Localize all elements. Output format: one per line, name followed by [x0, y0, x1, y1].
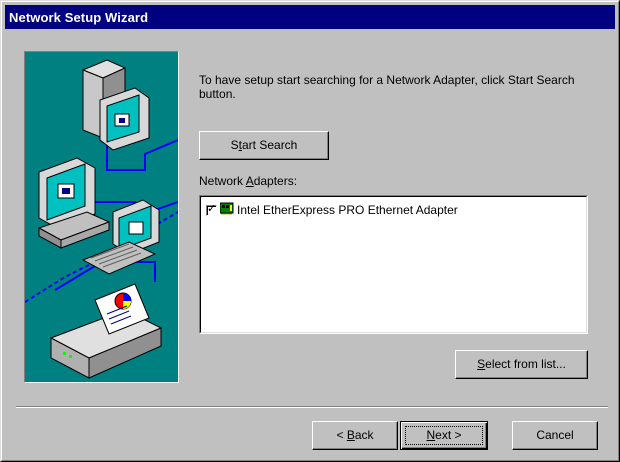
- select-from-list-button[interactable]: Select from list...: [455, 350, 588, 379]
- wizard-illustration: [24, 51, 179, 383]
- start-search-label: Start Search: [230, 138, 298, 152]
- network-illustration: [25, 59, 178, 379]
- network-adapters-label: Network Adapters:: [199, 174, 298, 188]
- title-bar[interactable]: Network Setup Wizard: [5, 5, 615, 29]
- network-adapters-list[interactable]: ✓ Intel EtherExpress PRO Ethernet Adapte…: [199, 195, 588, 334]
- window-title: Network Setup Wizard: [9, 10, 149, 25]
- network-card-icon: [219, 202, 234, 218]
- instructions-text: To have setup start searching for a Netw…: [199, 73, 575, 101]
- window-frame: Network Setup Wizard To have setup start…: [1, 1, 619, 461]
- cancel-label: Cancel: [536, 428, 574, 442]
- next-button[interactable]: Next >: [400, 421, 488, 450]
- printer-icon: [49, 283, 163, 379]
- adapter-checkbox[interactable]: ✓: [206, 201, 217, 216]
- wizard-window: Network Setup Wizard To have setup start…: [0, 0, 620, 462]
- back-button[interactable]: < Back: [312, 421, 398, 450]
- computer-icon: [81, 59, 150, 151]
- checkmark-icon: ✓: [207, 201, 217, 215]
- start-search-button[interactable]: Start Search: [199, 131, 329, 160]
- focus-ring: [405, 426, 483, 445]
- adapter-name: Intel EtherExpress PRO Ethernet Adapter: [237, 203, 458, 217]
- cancel-button[interactable]: Cancel: [512, 421, 598, 450]
- list-item[interactable]: ✓ Intel EtherExpress PRO Ethernet Adapte…: [206, 202, 566, 218]
- back-label: < Back: [336, 428, 374, 442]
- select-from-list-label: Select from list...: [477, 357, 566, 371]
- footer-divider: [16, 406, 608, 408]
